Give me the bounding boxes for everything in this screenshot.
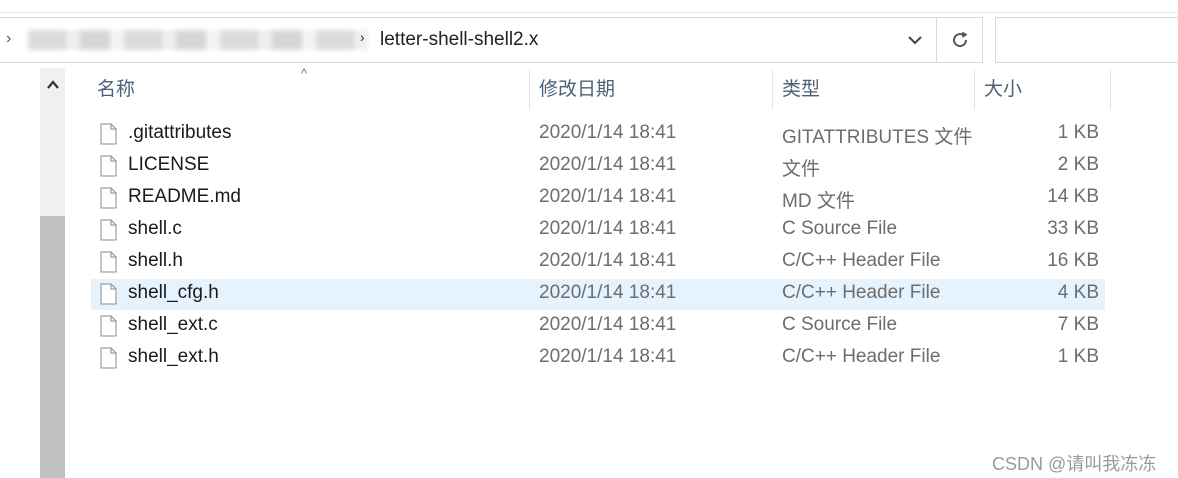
- file-size: 14 KB: [1047, 186, 1099, 207]
- file-date-modified: 2020/1/14 18:41: [539, 122, 677, 143]
- file-date-modified: 2020/1/14 18:41: [539, 186, 677, 207]
- file-size: 2 KB: [1057, 154, 1099, 175]
- file-date-modified: 2020/1/14 18:41: [539, 282, 677, 303]
- breadcrumb-blurred-path: [28, 30, 368, 50]
- column-header-date[interactable]: 修改日期: [533, 70, 772, 110]
- file-type: GITATTRIBUTES 文件: [782, 127, 973, 148]
- column-divider[interactable]: [772, 70, 773, 110]
- file-date-modified: 2020/1/14 18:41: [539, 250, 677, 271]
- file-icon: [100, 187, 117, 209]
- file-icon: [100, 251, 117, 273]
- file-row[interactable]: .gitattributes 2020/1/14 18:41 GITATTRIB…: [91, 119, 1105, 150]
- breadcrumb-chevron-icon[interactable]: ›: [6, 30, 11, 48]
- file-date-modified: 2020/1/14 18:41: [539, 346, 677, 367]
- column-divider[interactable]: [974, 70, 975, 110]
- file-date-modified: 2020/1/14 18:41: [539, 314, 677, 335]
- file-type: C/C++ Header File: [782, 250, 941, 271]
- file-row[interactable]: shell_ext.c 2020/1/14 18:41 C Source Fil…: [91, 311, 1105, 342]
- file-name[interactable]: shell_ext.c: [128, 314, 218, 336]
- file-icon: [100, 155, 117, 177]
- file-row[interactable]: README.md 2020/1/14 18:41 MD 文件 14 KB: [91, 183, 1105, 214]
- file-size: 16 KB: [1047, 250, 1099, 271]
- file-type: C/C++ Header File: [782, 346, 941, 367]
- file-type: C Source File: [782, 218, 898, 239]
- address-bar[interactable]: › › letter-shell-shell2.x: [0, 17, 983, 63]
- breadcrumb-current-folder[interactable]: letter-shell-shell2.x: [380, 29, 538, 51]
- file-name[interactable]: shell_ext.h: [128, 346, 219, 368]
- address-history-dropdown-button[interactable]: [896, 18, 934, 62]
- file-row[interactable]: shell_ext.h 2020/1/14 18:41 C/C++ Header…: [91, 343, 1105, 374]
- column-divider[interactable]: [529, 70, 530, 110]
- file-name[interactable]: .gitattributes: [128, 122, 232, 144]
- file-type: 文件: [782, 159, 821, 180]
- file-name[interactable]: README.md: [128, 186, 241, 208]
- file-name[interactable]: shell_cfg.h: [128, 282, 219, 304]
- scroll-up-arrow-icon[interactable]: [46, 78, 60, 92]
- file-size: 1 KB: [1057, 122, 1099, 143]
- file-type: C/C++ Header File: [782, 282, 941, 303]
- search-input[interactable]: [995, 17, 1178, 63]
- navigation-pane-scrollbar[interactable]: [40, 68, 65, 478]
- scrollbar-thumb[interactable]: [40, 216, 65, 478]
- file-icon: [100, 219, 117, 241]
- file-icon: [100, 315, 117, 337]
- file-row[interactable]: LICENSE 2020/1/14 18:41 文件 2 KB: [91, 151, 1105, 182]
- file-icon: [100, 347, 117, 369]
- file-icon: [100, 123, 117, 145]
- file-name[interactable]: shell.c: [128, 218, 182, 240]
- column-header-size[interactable]: 大小: [978, 70, 1110, 110]
- chevron-down-icon: [908, 36, 922, 45]
- file-size: 7 KB: [1057, 314, 1099, 335]
- file-date-modified: 2020/1/14 18:41: [539, 154, 677, 175]
- file-name[interactable]: LICENSE: [128, 154, 209, 176]
- file-size: 4 KB: [1057, 282, 1099, 303]
- file-row[interactable]: shell.h 2020/1/14 18:41 C/C++ Header Fil…: [91, 247, 1105, 278]
- file-row[interactable]: shell.c 2020/1/14 18:41 C Source File 33…: [91, 215, 1105, 246]
- column-header-name[interactable]: 名称: [91, 70, 529, 110]
- file-row-selected[interactable]: shell_cfg.h 2020/1/14 18:41 C/C++ Header…: [91, 279, 1105, 310]
- watermark-text: CSDN @请叫我冻冻: [992, 454, 1157, 474]
- refresh-button[interactable]: [936, 18, 983, 62]
- breadcrumb-separator-icon[interactable]: ›: [360, 29, 365, 45]
- file-type: C Source File: [782, 314, 898, 335]
- column-divider[interactable]: [1110, 70, 1111, 110]
- file-size: 33 KB: [1047, 218, 1099, 239]
- file-name[interactable]: shell.h: [128, 250, 183, 272]
- column-header-type[interactable]: 类型: [776, 70, 974, 110]
- refresh-icon: [953, 31, 968, 48]
- file-size: 1 KB: [1057, 346, 1099, 367]
- window-top-strip: [0, 0, 1178, 13]
- file-type: MD 文件: [782, 191, 855, 212]
- file-date-modified: 2020/1/14 18:41: [539, 218, 677, 239]
- file-icon: [100, 283, 117, 305]
